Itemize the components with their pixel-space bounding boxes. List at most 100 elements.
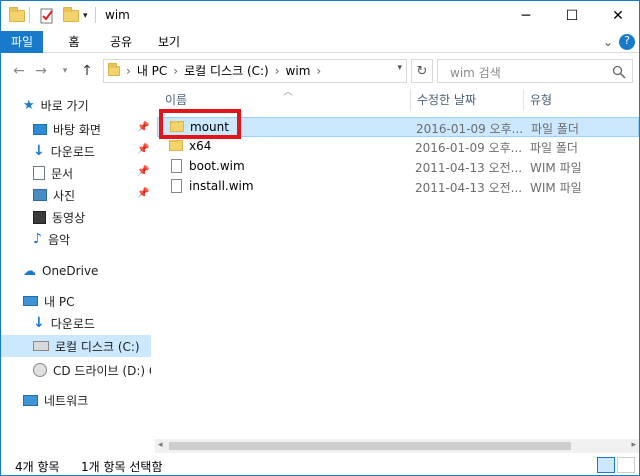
back-icon[interactable]: ← <box>9 60 29 82</box>
nav-label: 바로 가기 <box>40 98 89 113</box>
computer-icon <box>23 296 38 306</box>
new-folder-icon[interactable] <box>63 7 79 25</box>
nav-item-music[interactable]: ♪ 음악 <box>1 228 151 250</box>
file-row-install-wim[interactable]: install.wim 2011-04-13 오전... WIM 파일 <box>157 177 639 197</box>
nav-this-pc[interactable]: 내 PC <box>1 290 151 312</box>
cd-drive-icon <box>33 363 47 377</box>
up-icon[interactable]: ↑ <box>77 60 97 82</box>
nav-item-pictures[interactable]: 사진 📌 <box>1 184 151 206</box>
file-type: 파일 폴더 <box>531 122 579 136</box>
tab-file[interactable]: 파일 <box>1 31 43 53</box>
file-row-x64[interactable]: x64 2016-01-09 오후... 파일 폴더 <box>157 137 639 157</box>
nav-network[interactable]: 네트워크 <box>1 389 151 411</box>
nav-pc-downloads[interactable]: ↓ 다운로드 <box>1 312 151 334</box>
download-icon: ↓ <box>33 143 45 159</box>
minimize-button[interactable]: ─ <box>503 1 549 31</box>
horizontal-scrollbar[interactable]: ◂ ▸ <box>155 439 639 453</box>
nav-quick-access[interactable]: ★ 바로 가기 <box>1 94 151 116</box>
breadcrumb-pc[interactable]: 내 PC <box>137 60 167 82</box>
nav-label: 로컬 디스크 (C:) <box>55 339 140 354</box>
pictures-icon <box>33 189 47 201</box>
divider <box>29 7 30 23</box>
nav-local-disk[interactable]: 로컬 디스크 (C:) <box>1 335 151 357</box>
breadcrumb-drive[interactable]: 로컬 디스크 (C:) <box>184 60 269 82</box>
breadcrumb-wim[interactable]: wim <box>286 60 311 82</box>
nav-label: 내 PC <box>44 294 75 309</box>
close-button[interactable]: ✕ <box>595 1 640 31</box>
window-title: wim <box>105 8 130 22</box>
column-type[interactable]: 유형 <box>524 89 637 111</box>
selection-count: 1개 항목 선택함 <box>81 460 163 474</box>
nav-label: 사진 <box>53 188 76 203</box>
chevron-right-icon: › <box>274 64 280 78</box>
star-icon: ★ <box>23 97 35 113</box>
file-name: install.wim <box>189 179 254 193</box>
tab-home[interactable]: 홈 <box>59 31 89 53</box>
nav-onedrive[interactable]: ☁ OneDrive <box>1 260 151 282</box>
address-dropdown-icon[interactable]: ▾ <box>397 63 402 73</box>
large-icons-view-icon[interactable] <box>617 457 635 473</box>
properties-icon[interactable] <box>39 7 55 25</box>
scroll-left-icon[interactable]: ◂ <box>158 440 163 450</box>
nav-cd-drive[interactable]: CD 드라이브 (D:) G <box>1 359 151 381</box>
column-date[interactable]: 수정한 날짜 <box>411 89 524 111</box>
pin-icon: 📌 <box>137 166 150 177</box>
folder-icon <box>9 7 25 25</box>
nav-label: 동영상 <box>52 210 86 225</box>
nav-label: 다운로드 <box>50 316 95 331</box>
column-name[interactable]: 이름 <box>159 89 411 111</box>
address-field[interactable]: › 내 PC › 로컬 디스크 (C:) › wim › ▾ <box>103 59 407 83</box>
nav-label: OneDrive <box>42 264 99 278</box>
ribbon: 파일 홈 공유 보기 ⌄ ? <box>1 31 639 53</box>
music-icon: ♪ <box>33 231 42 247</box>
file-type: WIM 파일 <box>530 181 582 195</box>
nav-label: 다운로드 <box>50 144 95 159</box>
download-icon: ↓ <box>33 315 45 331</box>
customize-quick-access-icon[interactable]: ▾ <box>83 7 88 25</box>
help-icon[interactable]: ? <box>619 34 635 50</box>
status-bar: 4개 항목 1개 항목 선택함 <box>1 455 639 475</box>
pin-icon: 📌 <box>137 188 150 199</box>
search-input[interactable]: wim 검색 <box>437 59 633 83</box>
scroll-right-icon[interactable]: ▸ <box>631 440 636 450</box>
address-bar-row: ← → ▾ ↑ › 내 PC › 로컬 디스크 (C:) › wim › ▾ ↻… <box>1 54 639 88</box>
nav-label: 음악 <box>47 232 71 247</box>
scrollbar-thumb[interactable] <box>169 442 571 450</box>
expand-ribbon-icon[interactable]: ⌄ <box>599 31 617 53</box>
details-view-icon[interactable] <box>597 457 615 473</box>
nav-label: CD 드라이브 (D:) G <box>53 363 151 378</box>
nav-label: 바탕 화면 <box>53 122 101 137</box>
file-icon <box>171 159 182 173</box>
forward-icon[interactable]: → <box>31 60 51 82</box>
tab-view[interactable]: 보기 <box>151 31 187 53</box>
pin-icon: 📌 <box>137 122 150 133</box>
chevron-right-icon: › <box>316 64 322 78</box>
videos-icon <box>33 210 46 224</box>
file-date: 2011-04-13 오전... <box>415 181 523 195</box>
file-type: 파일 폴더 <box>530 141 578 155</box>
nav-label: 네트워크 <box>44 393 89 408</box>
tab-share[interactable]: 공유 <box>103 31 139 53</box>
folder-icon <box>108 63 120 79</box>
documents-icon <box>33 166 45 180</box>
file-row-boot-wim[interactable]: boot.wim 2011-04-13 오전... WIM 파일 <box>157 157 639 177</box>
nav-item-desktop[interactable]: 바탕 화면 📌 <box>1 118 151 140</box>
maximize-button[interactable]: ☐ <box>549 1 595 31</box>
file-list: ︿ 이름 수정한 날짜 유형 mount 2016-01-09 오후... 파일… <box>155 87 639 439</box>
recent-locations-icon[interactable]: ▾ <box>55 60 75 82</box>
column-header: 이름 수정한 날짜 유형 <box>155 89 639 111</box>
refresh-icon[interactable]: ↻ <box>411 59 433 83</box>
cloud-icon: ☁ <box>23 263 36 279</box>
file-date: 2016-01-09 오후... <box>416 122 524 136</box>
item-count: 4개 항목 <box>15 460 60 474</box>
nav-label: 문서 <box>51 166 74 181</box>
nav-item-documents[interactable]: 문서 📌 <box>1 162 151 184</box>
search-placeholder: wim 검색 <box>450 66 501 80</box>
divider <box>95 7 96 23</box>
breadcrumb: › 내 PC › 로컬 디스크 (C:) › wim › <box>126 60 321 82</box>
desktop-icon <box>33 123 47 135</box>
nav-item-downloads[interactable]: ↓ 다운로드 📌 <box>1 140 151 162</box>
nav-item-videos[interactable]: 동영상 <box>1 206 151 228</box>
file-type: WIM 파일 <box>530 161 582 175</box>
navigation-pane: ★ 바로 가기 바탕 화면 📌 ↓ 다운로드 📌 문서 📌 사진 📌 동영상 ♪… <box>1 89 151 453</box>
